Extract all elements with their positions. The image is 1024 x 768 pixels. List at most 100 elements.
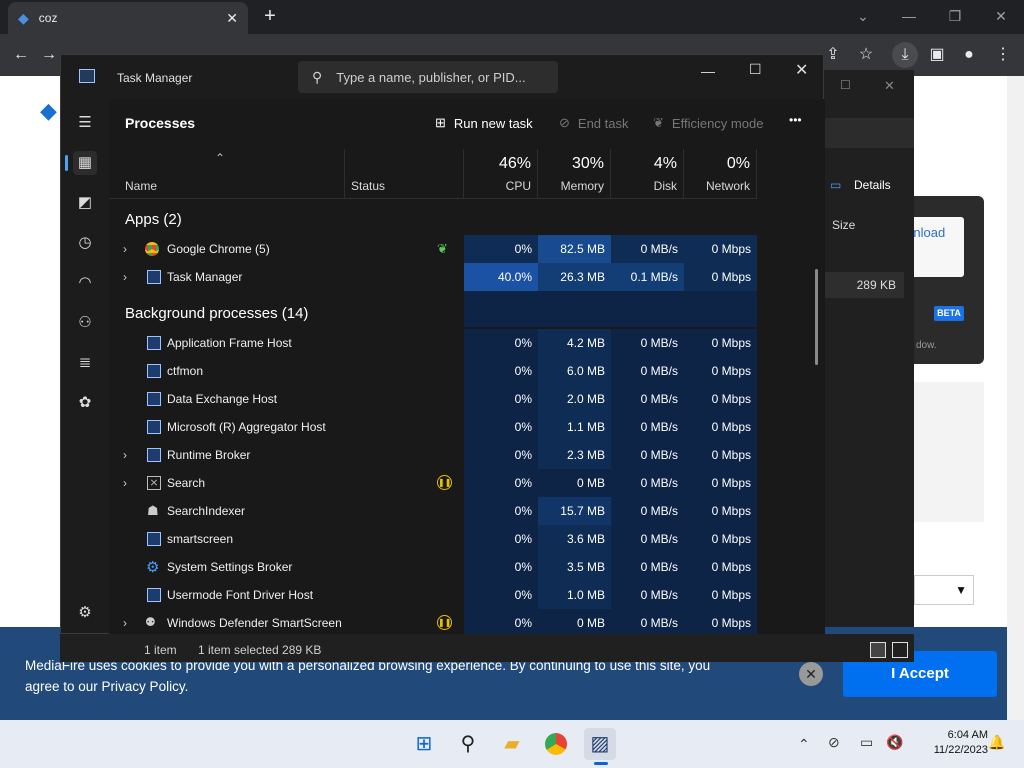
dropdown-select[interactable]: ▼ [914, 575, 974, 605]
process-name: Runtime Broker [167, 448, 251, 462]
group-heat-strip [464, 291, 757, 327]
notification-bell-icon[interactable]: 🔔 [988, 734, 1005, 751]
expand-chevron-icon[interactable]: › [123, 609, 127, 635]
search-icon[interactable]: ⚲ [452, 728, 484, 760]
table-row[interactable]: ☗ SearchIndexer 0% 15.7 MB 0 MB/s 0 Mbps [109, 497, 825, 525]
table-row[interactable]: Application Frame Host 0% 4.2 MB 0 MB/s … [109, 329, 825, 357]
network-cell: 0 Mbps [684, 263, 757, 291]
process-name: System Settings Broker [167, 560, 293, 574]
performance-nav-icon[interactable]: ◩ [73, 191, 97, 215]
minimize-icon[interactable]: — [886, 4, 932, 28]
network-status-icon[interactable]: ⊘ [828, 734, 840, 751]
cpu-cell: 0% [464, 329, 538, 357]
new-tab-button[interactable]: + [258, 4, 282, 28]
details-button[interactable]: Details [854, 178, 891, 192]
table-row[interactable]: › ⨯ Search ❚❚ 0% 0 MB 0 MB/s 0 Mbps [109, 469, 825, 497]
details-view-icon[interactable] [870, 642, 886, 658]
close-window-icon[interactable]: ✕ [978, 4, 1024, 28]
table-row[interactable]: › Google Chrome (5) ❦ 0% 82.5 MB 0 MB/s … [109, 235, 825, 263]
display-icon[interactable]: ▭ [860, 734, 873, 751]
tiles-view-icon[interactable] [892, 642, 908, 658]
network-cell: 0 Mbps [684, 469, 757, 497]
window-title: Task Manager [117, 71, 193, 85]
start-windows-icon[interactable]: ⊞ [408, 728, 440, 760]
users-nav-icon[interactable]: ⚇ [73, 311, 97, 335]
side-panel-icon[interactable]: ▣ [924, 42, 950, 68]
cpu-column-header[interactable]: 46% CPU [464, 149, 538, 199]
tab-search-icon[interactable]: ⌄ [840, 4, 886, 28]
downloads-icon[interactable]: ⤓ [892, 42, 918, 68]
efficiency-mode-button[interactable]: ❦ Efficiency mode [653, 115, 763, 131]
network-cell: 0 Mbps [684, 385, 757, 413]
end-task-icon: ⊘ [559, 115, 570, 130]
end-task-button[interactable]: ⊘ End task [559, 115, 629, 131]
end-task-label: End task [577, 115, 629, 131]
hamburger-menu-icon[interactable]: ☰ [73, 111, 97, 135]
bookmark-star-icon[interactable]: ☆ [853, 42, 879, 68]
expand-chevron-icon[interactable]: › [123, 263, 127, 291]
name-column-header[interactable]: ⌃ Name [109, 149, 345, 199]
cpu-cell: 0% [464, 357, 538, 385]
close-icon[interactable]: ✕ [795, 60, 808, 80]
disk-column-header[interactable]: 4% Disk [611, 149, 684, 199]
page-scrollbar[interactable] [1007, 76, 1024, 720]
details-icon[interactable]: ▭ [830, 178, 841, 192]
beta-badge: BETA [934, 306, 964, 321]
table-row[interactable]: Data Exchange Host 0% 2.0 MB 0 MB/s 0 Mb… [109, 385, 825, 413]
menu-icon[interactable]: ⋮ [990, 42, 1016, 68]
expand-chevron-icon[interactable]: › [123, 235, 127, 263]
task-manager-taskbar-icon[interactable]: ▨ [584, 728, 616, 760]
forward-icon[interactable]: → [36, 42, 62, 68]
profile-icon[interactable]: ● [956, 42, 982, 68]
table-row[interactable]: › Runtime Broker 0% 2.3 MB 0 MB/s 0 Mbps [109, 441, 825, 469]
settings-gear-icon[interactable]: ⚙ [73, 601, 97, 625]
cpu-header-label: CPU [505, 179, 531, 193]
memory-cell: 2.3 MB [538, 441, 611, 469]
status-column-header[interactable]: Status [345, 149, 464, 199]
table-row[interactable]: ⚙ System Settings Broker 0% 3.5 MB 0 MB/… [109, 553, 825, 581]
file-size-cell[interactable]: 289 KB [824, 272, 904, 298]
volume-muted-icon[interactable]: 🔇 [886, 734, 903, 751]
file-explorer-icon[interactable]: ▰ [496, 728, 528, 760]
memory-cell: 0 MB [538, 469, 611, 497]
memory-header-label: Memory [560, 179, 604, 193]
expand-chevron-icon[interactable]: › [123, 441, 127, 469]
app-history-nav-icon[interactable]: ◷ [73, 231, 97, 255]
memory-column-header[interactable]: 30% Memory [538, 149, 611, 199]
browser-tab[interactable]: ◆ coz ✕ [8, 2, 248, 34]
processes-panel: Processes ⊞ Run new task ⊘ End task ❦ Ef… [109, 99, 825, 635]
expand-chevron-icon[interactable]: › [123, 469, 127, 497]
dialog-close-icon[interactable]: ✕ [884, 78, 895, 94]
network-cell: 0 Mbps [684, 357, 757, 385]
size-column-header[interactable]: Size [832, 218, 855, 232]
memory-cell: 26.3 MB [538, 263, 611, 291]
more-options-icon[interactable]: ••• [789, 113, 802, 127]
clock[interactable]: 6:04 AM 11/22/2023 [922, 728, 988, 758]
cookie-close-icon[interactable]: ✕ [799, 662, 823, 686]
table-row[interactable]: Usermode Font Driver Host 0% 1.0 MB 0 MB… [109, 581, 825, 609]
table-row[interactable]: › ⚉ Windows Defender SmartScreen ❚❚ 0% 0… [109, 609, 825, 635]
dialog-maximize-icon[interactable]: ☐ [840, 78, 851, 92]
show-hidden-icons-icon[interactable]: ⌃ [798, 736, 810, 753]
list-scrollbar[interactable] [815, 269, 818, 365]
network-cell: 0 Mbps [684, 441, 757, 469]
table-row[interactable]: smartscreen 0% 3.6 MB 0 MB/s 0 Mbps [109, 525, 825, 553]
table-row[interactable]: › Task Manager 40.0% 26.3 MB 0.1 MB/s 0 … [109, 263, 825, 291]
chrome-icon[interactable] [540, 728, 572, 760]
close-tab-icon[interactable]: ✕ [226, 10, 238, 27]
run-new-task-button[interactable]: ⊞ Run new task [435, 115, 533, 131]
partial-text: dow. [916, 340, 937, 351]
memory-cell: 1.0 MB [538, 581, 611, 609]
back-icon[interactable]: ← [8, 42, 34, 68]
services-nav-icon[interactable]: ✿ [73, 391, 97, 415]
search-input[interactable]: ⚲ Type a name, publisher, or PID... [298, 61, 558, 93]
network-column-header[interactable]: 0% Network [684, 149, 757, 199]
startup-apps-nav-icon[interactable]: ◠ [73, 271, 97, 295]
table-row[interactable]: ctfmon 0% 6.0 MB 0 MB/s 0 Mbps [109, 357, 825, 385]
processes-nav-icon[interactable]: ▦ [73, 151, 97, 175]
restore-icon[interactable]: ❐ [932, 4, 978, 28]
minimize-icon[interactable]: — [701, 63, 715, 79]
details-nav-icon[interactable]: ≣ [73, 351, 97, 375]
maximize-icon[interactable]: ☐ [749, 61, 762, 78]
table-row[interactable]: Microsoft (R) Aggregator Host 0% 1.1 MB … [109, 413, 825, 441]
